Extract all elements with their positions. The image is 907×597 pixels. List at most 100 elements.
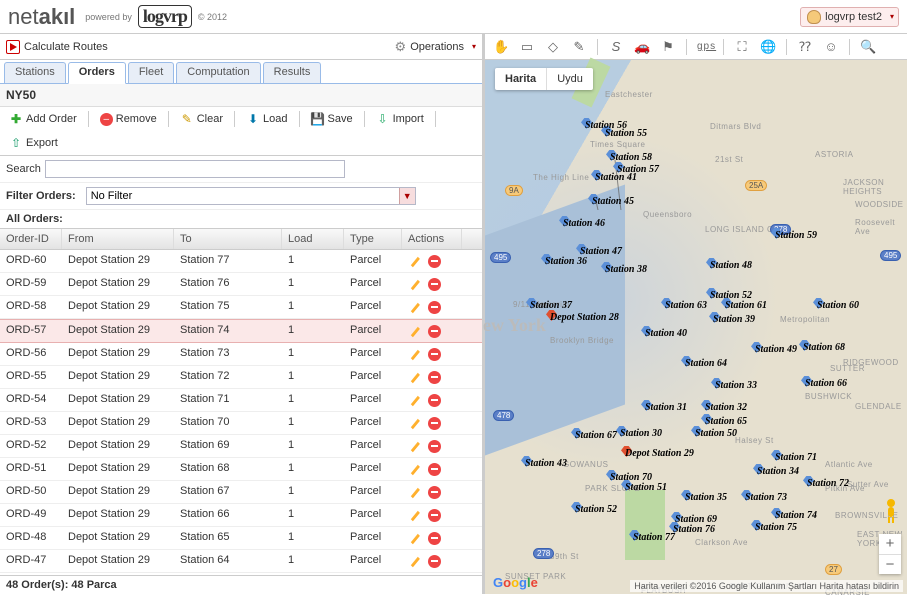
edit-icon[interactable] <box>408 439 422 453</box>
calculate-routes-button[interactable]: Calculate Routes <box>6 40 108 54</box>
edit-icon[interactable] <box>408 254 422 268</box>
tab-stations[interactable]: Stations <box>4 62 66 83</box>
pegman-icon[interactable] <box>881 498 901 524</box>
delete-icon[interactable] <box>428 348 441 361</box>
import-icon: ⇩ <box>376 112 390 126</box>
search-input[interactable] <box>45 160 345 178</box>
gps-button[interactable]: gps <box>697 41 713 52</box>
remove-button[interactable]: –Remove <box>97 111 160 128</box>
combo-trigger-icon[interactable]: ▼ <box>399 188 415 204</box>
station-label: Station 72 <box>807 478 849 489</box>
map-btn-map[interactable]: Harita <box>495 68 546 90</box>
edit-icon[interactable] <box>408 300 422 314</box>
map-btn-sat[interactable]: Uydu <box>546 68 593 90</box>
pan-icon[interactable]: ✋ <box>493 39 509 55</box>
globe-icon[interactable]: 🌐 <box>760 39 776 55</box>
col-header[interactable]: To <box>174 229 282 249</box>
table-row[interactable]: ORD-47Depot Station 29Station 641Parcel <box>0 550 482 573</box>
clear-button[interactable]: ✎Clear <box>177 110 226 128</box>
edit-icon[interactable] <box>408 324 422 338</box>
delete-icon[interactable] <box>428 532 441 545</box>
edit-icon[interactable] <box>408 370 422 384</box>
export-button[interactable]: ⇧Export <box>6 134 61 152</box>
poly-icon[interactable]: ◇ <box>545 39 561 55</box>
car-icon[interactable]: 🚗 <box>634 39 650 55</box>
edit-icon[interactable] <box>408 347 422 361</box>
google-logo: Google <box>493 575 538 590</box>
station-label: Station 52 <box>575 504 617 515</box>
search-icon[interactable]: 🔍 <box>860 39 876 55</box>
table-row[interactable]: ORD-49Depot Station 29Station 661Parcel <box>0 504 482 527</box>
delete-icon[interactable] <box>428 555 441 568</box>
edit-icon[interactable] <box>408 531 422 545</box>
measure-icon[interactable]: ✎ <box>571 39 587 55</box>
delete-icon[interactable] <box>428 278 441 291</box>
tab-computation[interactable]: Computation <box>176 62 260 83</box>
tab-results[interactable]: Results <box>263 62 322 83</box>
table-row[interactable]: ORD-57Depot Station 29Station 741Parcel <box>0 319 482 343</box>
delete-icon[interactable] <box>428 486 441 499</box>
filter-combo[interactable]: ▼ <box>86 187 416 205</box>
col-header[interactable]: Type <box>344 229 402 249</box>
delete-icon[interactable] <box>428 371 441 384</box>
download-icon: ⬇ <box>246 112 260 126</box>
load-button[interactable]: ⬇Load <box>243 110 290 128</box>
table-row[interactable]: ORD-56Depot Station 29Station 731Parcel <box>0 343 482 366</box>
delete-icon[interactable] <box>428 463 441 476</box>
delete-icon[interactable] <box>428 325 441 338</box>
operations-menu[interactable]: ⚙ Operations <box>395 39 476 55</box>
col-header[interactable]: From <box>62 229 174 249</box>
neighborhood-label: SUTTER <box>830 364 865 373</box>
edit-icon[interactable] <box>408 554 422 568</box>
flag-icon[interactable]: ⚑ <box>660 39 676 55</box>
table-row[interactable]: ORD-58Depot Station 29Station 751Parcel <box>0 296 482 319</box>
table-row[interactable]: ORD-53Depot Station 29Station 701Parcel <box>0 412 482 435</box>
table-row[interactable]: ORD-60Depot Station 29Station 771Parcel <box>0 250 482 273</box>
edit-icon[interactable] <box>408 277 422 291</box>
fit-icon[interactable]: ⛶ <box>734 39 750 55</box>
zoom-out-button[interactable]: − <box>879 554 901 574</box>
station-label: Station 37 <box>530 300 572 311</box>
table-row[interactable]: ORD-51Depot Station 29Station 681Parcel <box>0 458 482 481</box>
road-tag: 27 <box>825 564 842 575</box>
table-row[interactable]: ORD-52Depot Station 29Station 691Parcel <box>0 435 482 458</box>
delete-icon[interactable] <box>428 440 441 453</box>
col-header[interactable]: Load <box>282 229 344 249</box>
edit-icon[interactable] <box>408 416 422 430</box>
map-canvas[interactable]: ew York ASTORIAJACKSON HEIGHTSWOODSIDELO… <box>485 60 907 594</box>
road-tag: 9A <box>505 185 523 196</box>
table-row[interactable]: ORD-48Depot Station 29Station 651Parcel <box>0 527 482 550</box>
zoom-in-button[interactable]: + <box>879 534 901 554</box>
col-header[interactable]: Order-ID <box>0 229 62 249</box>
map-attribution[interactable]: Harita verileri ©2016 Google Kullanım Şa… <box>630 580 903 592</box>
grid-body[interactable]: ORD-60Depot Station 29Station 771ParcelO… <box>0 250 482 575</box>
delete-icon[interactable] <box>428 394 441 407</box>
delete-icon[interactable] <box>428 509 441 522</box>
tab-orders[interactable]: Orders <box>68 62 126 84</box>
rect-icon[interactable]: ▭ <box>519 39 535 55</box>
legend-icon[interactable]: ☺ <box>823 39 839 54</box>
edit-icon[interactable] <box>408 462 422 476</box>
filter-input[interactable] <box>86 187 416 205</box>
table-row[interactable]: ORD-50Depot Station 29Station 671Parcel <box>0 481 482 504</box>
add-order-button[interactable]: ✚Add Order <box>6 110 80 128</box>
table-row[interactable]: ORD-59Depot Station 29Station 761Parcel <box>0 273 482 296</box>
table-row[interactable]: ORD-55Depot Station 29Station 721Parcel <box>0 366 482 389</box>
save-button[interactable]: 💾Save <box>308 110 356 128</box>
table-row[interactable]: ORD-54Depot Station 29Station 711Parcel <box>0 389 482 412</box>
delete-icon[interactable] <box>428 255 441 268</box>
col-header[interactable]: Actions <box>402 229 462 249</box>
user-menu-button[interactable]: logvrp test2 <box>800 7 899 27</box>
delete-icon[interactable] <box>428 301 441 314</box>
s-icon[interactable]: S <box>608 39 624 54</box>
tab-fleet[interactable]: Fleet <box>128 62 174 83</box>
edit-icon[interactable] <box>408 485 422 499</box>
edit-icon[interactable] <box>408 508 422 522</box>
help-icon[interactable]: ⁇ <box>797 39 813 55</box>
grid-footer: 48 Order(s): 48 Parca <box>0 575 482 594</box>
import-button[interactable]: ⇩Import <box>373 110 427 128</box>
station-label: Station 77 <box>633 532 675 543</box>
app-header: netakıl powered by logvrp © 2012 logvrp … <box>0 0 907 34</box>
delete-icon[interactable] <box>428 417 441 430</box>
edit-icon[interactable] <box>408 393 422 407</box>
